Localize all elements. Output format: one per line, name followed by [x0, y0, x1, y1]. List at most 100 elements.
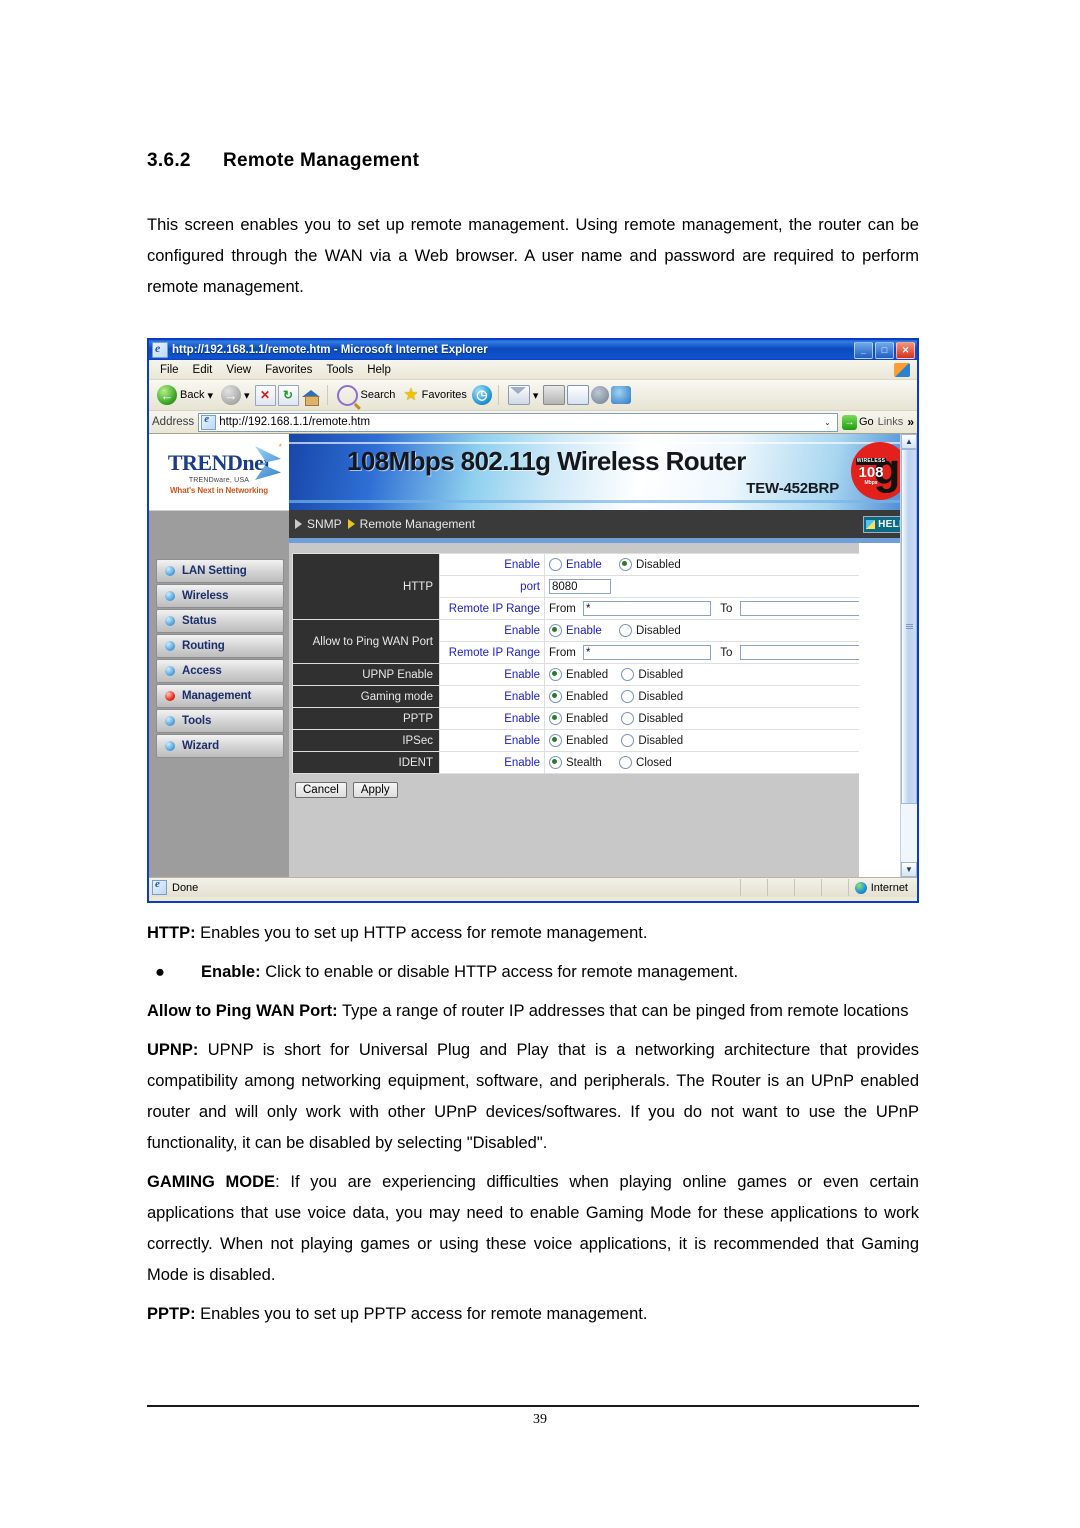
radio-label: Enabled [566, 712, 609, 725]
scroll-down-button[interactable]: ▼ [901, 862, 917, 877]
ident-closed-radio[interactable]: Closed [619, 756, 672, 769]
pptp-disabled-radio[interactable]: Disabled [621, 712, 683, 725]
page-scrollbar[interactable]: ▲ ▼ [900, 434, 917, 877]
upnp-enabled-radio[interactable]: Enabled [549, 668, 608, 681]
chevron-down-icon[interactable]: ▾ [207, 389, 213, 402]
minimize-button[interactable]: _ [854, 341, 873, 359]
row-category-gaming-mode: Gaming mode [292, 685, 440, 708]
menu-item-tools[interactable]: Tools [319, 363, 360, 377]
menu-item-view[interactable]: View [219, 363, 258, 377]
ipsec-disabled-radio[interactable]: Disabled [621, 734, 683, 747]
sidebar-item-wizard[interactable]: Wizard [156, 734, 284, 758]
maximize-button[interactable]: □ [875, 341, 894, 359]
http-range-to-input[interactable] [739, 601, 868, 616]
radio-circle-selected-icon [619, 558, 633, 571]
banner-title: 108Mbps 802.11g Wireless Router [347, 446, 746, 476]
status-cell [739, 879, 767, 896]
menu-item-help[interactable]: Help [360, 363, 398, 377]
pptp-enabled-radio[interactable]: Enabled [549, 712, 608, 725]
breadcrumb-snmp[interactable]: SNMP [295, 517, 342, 531]
forward-button[interactable]: → ▾ [218, 384, 253, 406]
radio-circle-selected-icon [549, 756, 562, 769]
forward-arrow-icon: → [221, 385, 241, 405]
browser-status-bar: Done Internet [149, 877, 917, 897]
back-button[interactable]: ← Back ▾ [154, 384, 216, 406]
scroll-up-button[interactable]: ▲ [901, 434, 917, 449]
ipsec-enabled-radio[interactable]: Enabled [549, 734, 608, 747]
gaming-enable-label: Enable [439, 685, 545, 708]
note-text: Enables you to set up HTTP access for re… [195, 924, 648, 942]
radio-label: Disabled [636, 624, 681, 637]
menu-item-edit[interactable]: Edit [186, 363, 220, 377]
messenger-icon[interactable] [611, 386, 632, 404]
chevron-down-icon[interactable]: ▾ [533, 389, 539, 402]
close-button[interactable]: ✕ [896, 341, 915, 359]
ping-range-from-input[interactable]: * [583, 645, 712, 660]
sidebar-item-lan-setting[interactable]: LAN Setting [156, 559, 284, 583]
go-button[interactable]: → Go [841, 414, 874, 430]
home-icon[interactable] [301, 386, 321, 406]
radio-circle-icon [619, 756, 633, 769]
sidebar-item-routing[interactable]: Routing [156, 634, 284, 658]
cancel-button[interactable]: Cancel [295, 782, 347, 798]
links-label[interactable]: Links [878, 416, 904, 428]
refresh-icon[interactable]: ↻ [277, 384, 299, 406]
http-disabled-radio[interactable]: Disabled [619, 558, 681, 571]
sidebar-item-management[interactable]: Management [156, 684, 284, 708]
http-enable-radio[interactable]: Enable [549, 558, 602, 571]
bullet-icon [165, 666, 175, 676]
chevron-down-icon[interactable]: ▾ [244, 389, 250, 402]
http-port-input[interactable]: 8080 [549, 579, 611, 594]
banner-model: TEW-452BRP [746, 480, 839, 497]
print-icon[interactable] [543, 385, 566, 405]
ie-page-icon [152, 341, 168, 358]
address-input[interactable]: http://192.168.1.1/remote.htm ⌄ [198, 412, 838, 432]
back-arrow-icon: ← [157, 385, 177, 405]
ident-stealth-radio[interactable]: Stealth [549, 756, 602, 769]
security-zone[interactable]: Internet [847, 879, 914, 896]
gaming-enabled-radio[interactable]: Enabled [549, 690, 608, 703]
notes-body: HTTP: Enables you to set up HTTP access … [147, 918, 919, 1338]
ie-page-icon [152, 878, 167, 895]
ping-disabled-radio[interactable]: Disabled [619, 624, 681, 637]
scrollbar-thumb[interactable] [901, 449, 917, 804]
menu-item-favorites[interactable]: Favorites [258, 363, 319, 377]
discuss-icon[interactable] [591, 386, 610, 404]
scrollbar-grip-icon [905, 623, 913, 630]
note-text: Click to enable or disable HTTP access f… [260, 963, 739, 981]
sidebar-item-access[interactable]: Access [156, 659, 284, 683]
row-category-ident: IDENT [292, 751, 440, 774]
stop-icon[interactable]: ✕ [254, 384, 276, 406]
ping-range-to-input[interactable] [739, 645, 868, 660]
ping-range-label: Remote IP Range [439, 641, 545, 664]
note-term: PPTP: [147, 1305, 196, 1323]
http-range-from-input[interactable]: * [583, 601, 712, 616]
chevron-down-icon[interactable]: ⌄ [820, 415, 835, 430]
form-buttons: Cancel Apply [295, 782, 917, 798]
radio-circle-selected-icon [549, 668, 562, 681]
gaming-disabled-radio[interactable]: Disabled [621, 690, 683, 703]
menu-item-file[interactable]: File [153, 363, 186, 377]
search-button[interactable]: Search [334, 384, 399, 407]
apply-button[interactable]: Apply [352, 782, 398, 798]
ping-enable-radio[interactable]: Enable [549, 624, 602, 637]
search-icon [336, 384, 358, 406]
history-icon[interactable]: ◷ [471, 385, 492, 405]
product-banner: 108Mbps 802.11g Wireless Router TEW-452B… [289, 434, 917, 510]
edit-icon[interactable] [567, 385, 590, 405]
favorites-button[interactable]: ★ Favorites [400, 386, 470, 403]
radio-circle-selected-icon [549, 624, 562, 637]
upnp-disabled-radio[interactable]: Disabled [621, 668, 683, 681]
status-cell [793, 879, 821, 896]
chevron-right-icon[interactable]: » [907, 415, 914, 429]
sidebar-item-wireless[interactable]: Wireless [156, 584, 284, 608]
sidebar-item-tools[interactable]: Tools [156, 709, 284, 733]
breadcrumb-remote-management[interactable]: Remote Management [347, 517, 475, 531]
table-row: UPNP Enable Enable Enabled Disabled [292, 663, 915, 686]
sidebar-item-status[interactable]: Status [156, 609, 284, 633]
mail-button[interactable]: ▾ [505, 384, 542, 406]
from-label: From [549, 646, 576, 659]
sidebar-item-label: LAN Setting [182, 565, 247, 577]
scrollbar-track[interactable] [901, 804, 917, 862]
note-text: UPNP is short for Universal Plug and Pla… [147, 1041, 919, 1152]
